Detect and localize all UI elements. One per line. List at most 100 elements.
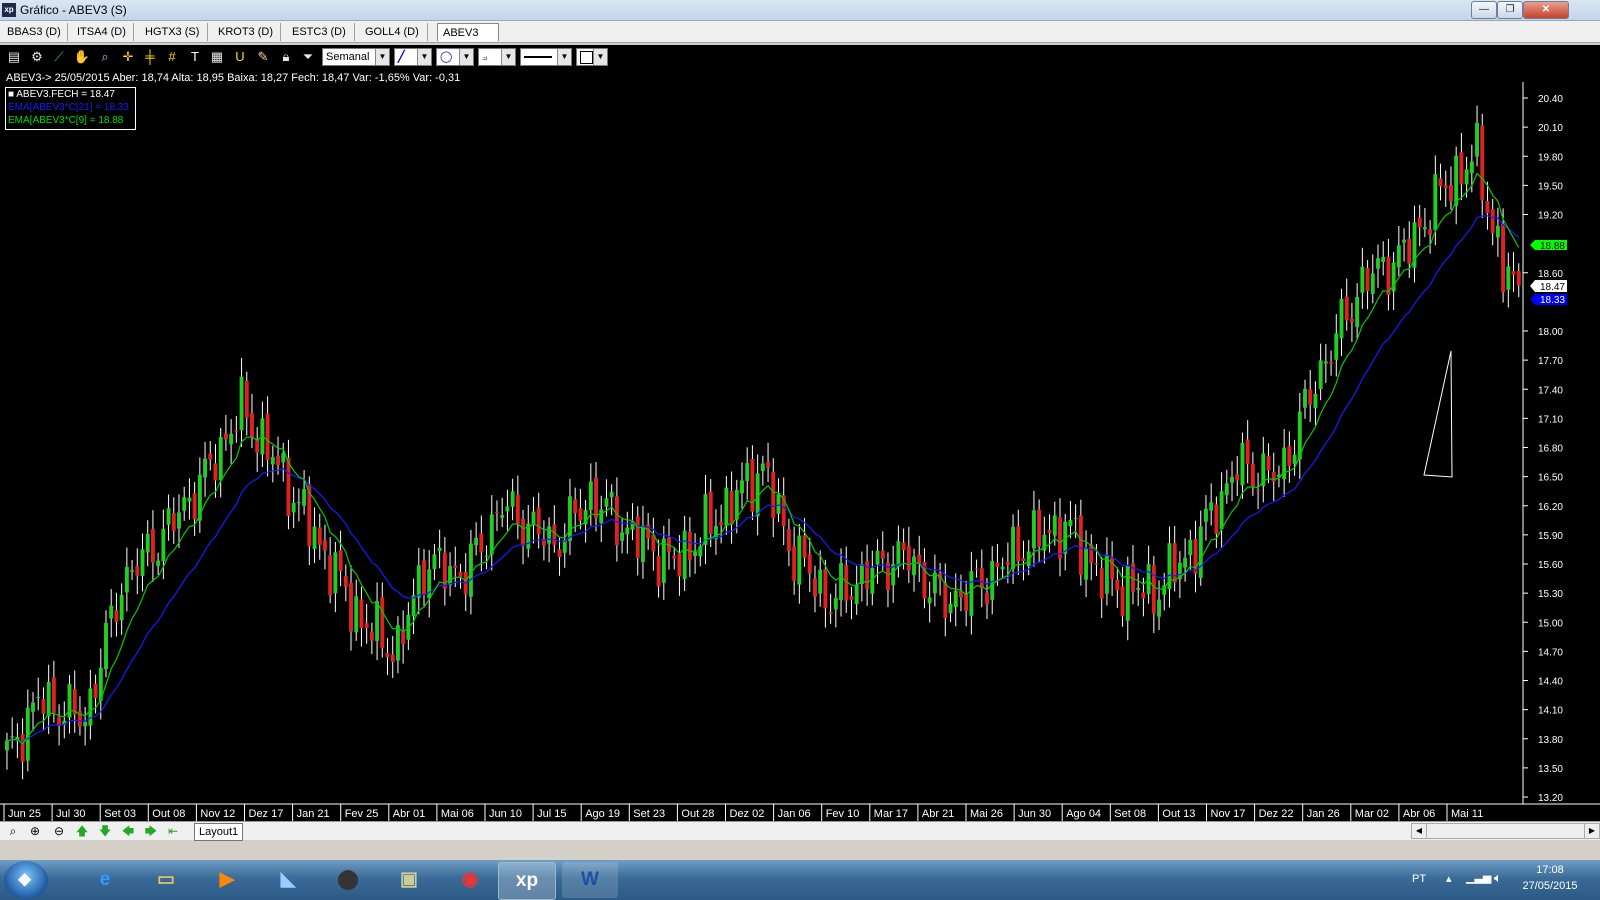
- tab-krot3[interactable]: KROT3 (D): [213, 23, 281, 41]
- chart-area[interactable]: 20.40 20.10 19.80 19.50 19.20 18.60 18.00 17.70…: [0, 69, 1600, 821]
- candle-down: [1511, 271, 1516, 276]
- candle-up: [1292, 454, 1297, 464]
- tab-goll4[interactable]: GOLL4 (D): [360, 23, 428, 41]
- candle-up: [10, 736, 15, 738]
- signal-icon[interactable]: ▁▃▅: [1466, 871, 1491, 884]
- brush-icon[interactable]: ✎: [254, 48, 272, 66]
- language-indicator[interactable]: PT: [1412, 873, 1426, 885]
- lock-icon[interactable]: 🔒︎: [277, 48, 295, 66]
- candle-up: [468, 543, 473, 597]
- fan-tool-select[interactable]: ⟓ ▼: [478, 48, 516, 66]
- candle-up: [119, 594, 124, 621]
- y-tick-label: 17.70: [1538, 356, 1563, 367]
- x-tick-label: Out 08: [152, 808, 185, 820]
- tab-abev3[interactable]: ABEV3 (S): [437, 23, 499, 57]
- candle-down: [1329, 362, 1334, 364]
- x-tick-label: Fev 25: [345, 808, 379, 820]
- archive-icon[interactable]: ▣: [381, 862, 437, 898]
- candle-up: [229, 433, 234, 445]
- filter-icon[interactable]: ⏷: [299, 48, 317, 66]
- parallel-lines-icon[interactable]: ╪: [141, 48, 159, 66]
- calculator-icon[interactable]: ▦: [208, 48, 226, 66]
- candle-down: [1120, 586, 1125, 617]
- horizontal-scrollbar[interactable]: ◀ ▶: [1411, 823, 1600, 839]
- candle-up: [432, 554, 437, 569]
- media-player-icon[interactable]: ▶: [199, 862, 255, 898]
- clock-time[interactable]: 17:08: [1516, 864, 1584, 876]
- word-icon[interactable]: W: [562, 862, 618, 898]
- color-select[interactable]: ▼: [576, 48, 608, 66]
- folder-icon[interactable]: ▭: [138, 862, 194, 898]
- zoom-out-icon[interactable]: ⊖: [50, 823, 68, 839]
- candle-down: [995, 562, 1000, 567]
- scroll-left-icon[interactable]: ◀: [1412, 824, 1427, 838]
- chrome-icon[interactable]: ◉: [442, 862, 498, 898]
- candle-down: [901, 542, 906, 551]
- tab-estc3[interactable]: ESTC3 (D): [287, 23, 355, 41]
- ellipse-tool-select[interactable]: ◯ ▼: [436, 48, 474, 66]
- tray-expand-icon[interactable]: ▴: [1446, 872, 1452, 885]
- x-tick-label: Mar 02: [1355, 808, 1389, 820]
- candle-up: [1224, 483, 1229, 496]
- clock-date[interactable]: 27/05/2015: [1516, 880, 1584, 892]
- candle-down: [1037, 509, 1042, 547]
- minimize-button[interactable]: —: [1471, 1, 1497, 19]
- text-icon[interactable]: T: [186, 48, 204, 66]
- candle-down: [276, 456, 280, 466]
- close-button[interactable]: ✕: [1523, 1, 1569, 19]
- x-tick-label: Out 28: [681, 808, 714, 820]
- scroll-right-icon[interactable]: ▶: [1584, 824, 1599, 838]
- candlestick-chart[interactable]: 20.40 20.10 19.80 19.50 19.20 18.60 18.00 17.70…: [0, 69, 1600, 821]
- tab-hgtx3[interactable]: HGTX3 (S): [140, 23, 208, 41]
- arrow-up-icon[interactable]: 🡅: [73, 823, 91, 839]
- ohlc-info: ABEV3-> 25/05/2015 Aber: 18,74 Alta: 18,…: [6, 72, 461, 84]
- x-tick-label: Mar 17: [874, 808, 908, 820]
- candle-up: [1334, 333, 1339, 360]
- tab-itsa4[interactable]: ITSA4 (D): [72, 23, 134, 41]
- ie-icon[interactable]: e: [77, 862, 133, 898]
- gear-icon[interactable]: ⚙: [28, 48, 46, 66]
- candle-up: [625, 527, 630, 535]
- fibonacci-icon[interactable]: #: [163, 48, 181, 66]
- candle-down: [813, 578, 817, 597]
- candle-up: [5, 740, 9, 751]
- candle-up: [875, 550, 880, 565]
- candle-down: [1365, 268, 1370, 292]
- hp-icon[interactable]: ⬤: [320, 862, 376, 898]
- xp-app-icon[interactable]: xp: [498, 862, 556, 900]
- line-tool-select[interactable]: ╱ ▼: [394, 48, 432, 66]
- zoom-in-icon[interactable]: ⊕: [26, 823, 44, 839]
- candle-down: [985, 592, 989, 605]
- arrow-left-icon[interactable]: 🡄: [119, 823, 137, 839]
- apps-icon[interactable]: ◣: [260, 862, 316, 898]
- chart-type-icon[interactable]: ▤: [5, 48, 23, 66]
- magnifier-icon[interactable]: ⌕: [96, 48, 114, 66]
- y-tick-label: 18.00: [1538, 327, 1563, 338]
- candle-down: [343, 575, 348, 587]
- layout-tab[interactable]: Layout1: [194, 823, 244, 841]
- y-tick-label: 15.60: [1538, 560, 1563, 571]
- arrow-down-icon[interactable]: 🡇: [96, 823, 114, 839]
- line-style-select[interactable]: ▼: [520, 48, 572, 66]
- candle-up: [296, 502, 301, 504]
- start-button[interactable]: ❖: [4, 861, 48, 899]
- candle-down: [802, 535, 807, 558]
- hand-icon[interactable]: ✋: [73, 48, 91, 66]
- crosshair-icon[interactable]: ✛: [119, 48, 137, 66]
- search-icon[interactable]: ⌕: [4, 823, 22, 839]
- magnet-icon[interactable]: U: [231, 48, 249, 66]
- arrow-right-icon[interactable]: 🡆: [142, 823, 160, 839]
- trend-icon[interactable]: ⟋: [50, 48, 68, 66]
- candle-up: [1136, 587, 1141, 590]
- candle-up: [1146, 564, 1151, 595]
- go-start-icon[interactable]: ⇤: [164, 823, 182, 839]
- candle-down: [677, 553, 682, 577]
- speaker-icon[interactable]: 🔈︎: [1494, 870, 1502, 886]
- tab-bbas3[interactable]: BBAS3 (D): [2, 23, 68, 41]
- candle-up: [1396, 245, 1401, 268]
- y-tick-label: 16.50: [1538, 473, 1563, 484]
- maximize-button[interactable]: ❐: [1497, 1, 1523, 19]
- period-select[interactable]: Semanal ▼: [322, 48, 390, 66]
- candle-down: [1349, 318, 1354, 323]
- candle-up: [302, 489, 307, 506]
